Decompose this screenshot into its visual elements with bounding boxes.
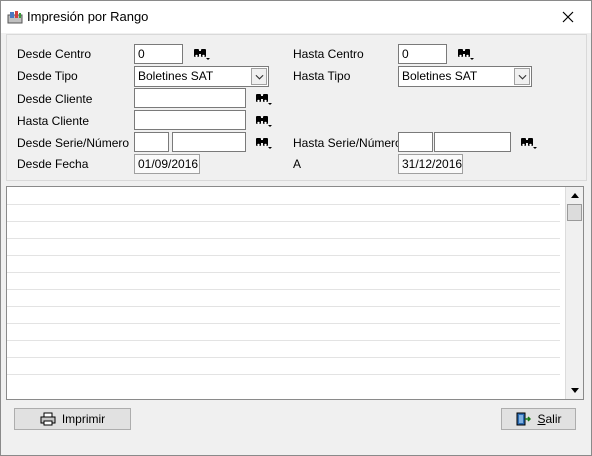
chevron-down-icon (255, 74, 263, 80)
hasta-centro-input[interactable]: 0 (398, 44, 447, 64)
find-desde-cliente-button[interactable] (255, 92, 273, 106)
exit-door-icon (516, 412, 532, 426)
hasta-cliente-input[interactable] (134, 110, 246, 130)
window-title: Impresión por Rango (27, 9, 149, 24)
desde-serie-input[interactable] (134, 132, 169, 152)
hasta-cliente-label: Hasta Cliente (17, 114, 90, 128)
scroll-thumb[interactable] (567, 204, 582, 221)
hasta-serie-input[interactable] (398, 132, 433, 152)
list-row (7, 238, 560, 239)
printer-icon (40, 412, 56, 426)
hasta-fecha-label: A (293, 157, 302, 171)
print-range-dialog: Impresión por Rango Desde Centro 0 Hasta… (0, 0, 592, 456)
find-hasta-serie-button[interactable] (520, 136, 538, 150)
exit-button[interactable]: Salir (501, 408, 576, 430)
hasta-centro-label: Hasta Centro (293, 47, 364, 61)
find-hasta-cliente-button[interactable] (255, 114, 273, 128)
results-list[interactable] (6, 186, 584, 400)
hasta-fecha-input[interactable]: 31/12/2016 (398, 154, 463, 174)
list-row (7, 357, 560, 358)
desde-cliente-label: Desde Cliente (17, 92, 93, 106)
find-desde-centro-button[interactable] (193, 47, 211, 61)
binoculars-icon (256, 116, 272, 127)
scroll-up-button[interactable] (566, 187, 583, 204)
find-hasta-centro-button[interactable] (457, 47, 475, 61)
list-row (7, 306, 560, 307)
scroll-down-button[interactable] (566, 382, 583, 399)
desde-cliente-input[interactable] (134, 88, 246, 108)
vertical-scrollbar[interactable] (565, 187, 583, 399)
print-label: Imprimir (61, 412, 106, 426)
desde-fecha-input[interactable]: 01/09/2016 (134, 154, 200, 174)
arrow-down-icon (570, 388, 579, 393)
close-icon (562, 11, 574, 23)
binoculars-icon (256, 138, 272, 149)
binoculars-icon (458, 49, 474, 60)
desde-tipo-select[interactable]: Boletines SAT (134, 66, 269, 87)
report-app-icon (7, 10, 23, 24)
hasta-numero-input[interactable] (434, 132, 511, 152)
hasta-tipo-label: Hasta Tipo (293, 69, 351, 83)
list-row (7, 340, 560, 341)
binoculars-icon (256, 94, 272, 105)
list-row (7, 255, 560, 256)
desde-centro-label: Desde Centro (17, 47, 92, 61)
list-row (7, 289, 560, 290)
exit-label: Salir (537, 412, 562, 426)
desde-tipo-value: Boletines SAT (138, 69, 214, 83)
title-bar: Impresión por Rango (1, 1, 591, 33)
desde-numero-input[interactable] (172, 132, 246, 152)
desde-fecha-label: Desde Fecha (17, 157, 89, 171)
list-row (7, 204, 560, 205)
dropdown-button[interactable] (251, 68, 267, 85)
binoculars-icon (521, 138, 537, 149)
desde-centro-input[interactable]: 0 (134, 44, 183, 64)
desde-tipo-label: Desde Tipo (17, 69, 78, 83)
close-button[interactable] (545, 1, 591, 33)
list-row (7, 272, 560, 273)
arrow-up-icon (570, 193, 579, 198)
binoculars-icon (194, 49, 210, 60)
print-button[interactable]: Imprimir (14, 408, 131, 430)
hasta-tipo-value: Boletines SAT (402, 69, 478, 83)
list-row (7, 323, 560, 324)
find-desde-serie-button[interactable] (255, 136, 273, 150)
hasta-serie-label: Hasta Serie/Número (293, 136, 402, 150)
list-row (7, 221, 560, 222)
desde-serie-label: Desde Serie/Número (17, 136, 130, 150)
chevron-down-icon (518, 74, 526, 80)
list-row (7, 374, 560, 375)
dropdown-button[interactable] (514, 68, 530, 85)
filter-panel: Desde Centro 0 Hasta Centro 0 Desde Tipo… (6, 34, 587, 181)
hasta-tipo-select[interactable]: Boletines SAT (398, 66, 532, 87)
